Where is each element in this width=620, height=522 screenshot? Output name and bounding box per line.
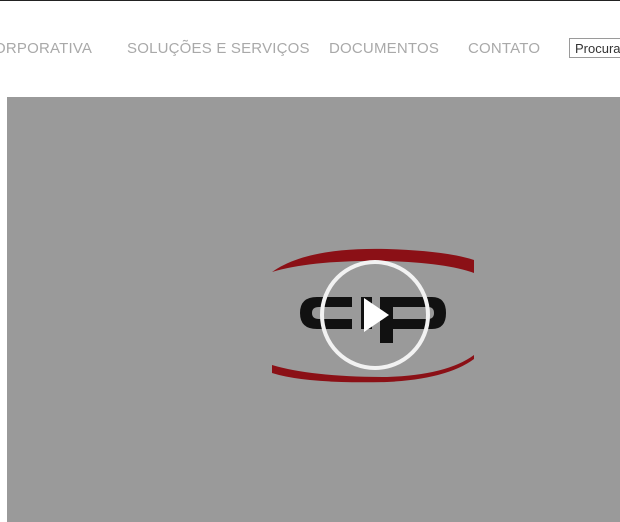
main-navigation: ORPORATIVA SOLUÇÕES E SERVIÇOS DOCUMENTO…: [0, 0, 620, 97]
search-input[interactable]: [569, 38, 620, 58]
play-button[interactable]: [320, 260, 430, 370]
logo-letter-c: [300, 297, 352, 329]
logo-letter-p: [380, 297, 446, 343]
nav-item-contato[interactable]: CONTATO: [468, 40, 540, 57]
video-poster: [272, 248, 474, 383]
nav-item-corporativa[interactable]: ORPORATIVA: [0, 40, 92, 57]
nav-item-solucoes-e-servicos[interactable]: SOLUÇÕES E SERVIÇOS: [127, 40, 310, 57]
video-player[interactable]: [7, 97, 620, 522]
nav-item-documentos[interactable]: DOCUMENTOS: [329, 40, 439, 57]
